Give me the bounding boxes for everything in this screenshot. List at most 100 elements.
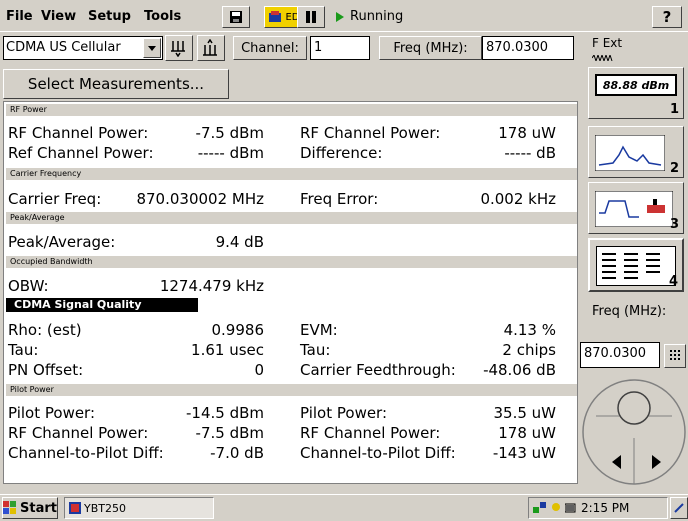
evm-label: EVM:: [300, 321, 338, 339]
view-num-1: 1: [669, 102, 679, 117]
status-running: Running: [336, 9, 403, 24]
taskbar: Start YBT250 2:15 PM: [0, 494, 688, 521]
peak-average-value: 9.4 dB: [215, 233, 264, 251]
rho-label: Rho: (est): [8, 321, 82, 339]
measurement-panel: RF Power RF Channel Power: -7.5 dBm RF C…: [3, 101, 578, 484]
pen-icon: [674, 503, 684, 513]
play-icon: [336, 11, 344, 22]
peak-average-label: Peak/Average:: [8, 233, 116, 251]
sidebar-freq-label: Freq (MHz):: [592, 304, 667, 319]
view-num-2: 2: [669, 161, 679, 176]
menu-file[interactable]: File: [6, 9, 33, 24]
wave-icon: [591, 53, 613, 63]
network-icon[interactable]: [533, 502, 547, 514]
battery-icon[interactable]: [565, 502, 577, 514]
windows-logo-icon: [3, 501, 16, 514]
edit-icon: [269, 11, 282, 22]
taskbar-app-label: YBT250: [84, 501, 126, 515]
nav-left-button[interactable]: [602, 448, 630, 476]
power-meter-text: 88.88 dBm: [602, 78, 670, 92]
tau-label-2: Tau:: [300, 341, 331, 359]
pilot-power-value-2: 35.5 uW: [493, 404, 556, 422]
pilot-power-label: Pilot Power:: [8, 404, 96, 422]
time-domain-icon: [595, 191, 673, 227]
standard-select[interactable]: CDMA US Cellular: [3, 36, 163, 60]
tau-label: Tau:: [8, 341, 39, 359]
evm-value: 4.13 %: [503, 321, 556, 339]
pn-offset-value: 0: [254, 361, 264, 379]
desktop-button[interactable]: [670, 497, 688, 519]
view-button-3[interactable]: 3: [588, 182, 684, 234]
spectrum-icon: [595, 135, 665, 171]
channel-label-button[interactable]: Channel:: [233, 36, 307, 60]
arrow-left-icon: [611, 455, 621, 469]
channel-down-button[interactable]: [165, 35, 193, 61]
pilot-rf-power-value-2: 178 uW: [498, 424, 556, 442]
view-num-3: 3: [669, 217, 679, 232]
tau-value: 1.61 usec: [191, 341, 264, 359]
section-pilot-power: Pilot Power: [6, 384, 577, 396]
carrier-freq-label: Carrier Freq:: [8, 190, 102, 208]
freq-input[interactable]: 870.0300: [482, 36, 574, 60]
channel-input[interactable]: 1: [310, 36, 370, 60]
pilot-rf-power-label-2: RF Channel Power:: [300, 424, 441, 442]
view-button-1[interactable]: 88.88 dBm 1: [588, 67, 684, 119]
power-meter-display: 88.88 dBm: [595, 74, 677, 96]
channel-down-icon: [171, 41, 185, 57]
obw-value: 1274.479 kHz: [159, 277, 264, 295]
channel-up-button[interactable]: [197, 35, 225, 61]
tray-status-icon[interactable]: [551, 502, 561, 514]
view-button-2[interactable]: 2: [588, 126, 684, 178]
help-button[interactable]: ?: [652, 6, 682, 28]
pn-offset-label: PN Offset:: [8, 361, 84, 379]
view-button-4[interactable]: 4: [588, 238, 684, 292]
chevron-down-icon[interactable]: [143, 38, 161, 58]
select-measurements-button[interactable]: Select Measurements...: [3, 69, 229, 99]
channel-to-pilot-value: -7.0 dB: [210, 444, 264, 462]
freq-label-button[interactable]: Freq (MHz):: [379, 36, 482, 60]
status-label: Running: [350, 9, 404, 24]
pilot-power-value: -14.5 dBm: [185, 404, 264, 422]
keypad-icon: [670, 350, 680, 360]
start-button[interactable]: Start: [2, 497, 58, 519]
control-row: CDMA US Cellular Channel: 1 Freq (MHz): …: [0, 32, 580, 62]
section-cdma-signal-quality: CDMA Signal Quality: [6, 298, 198, 312]
menu-bar: File View Setup Tools EDIT Running ?: [0, 0, 688, 32]
menu-view[interactable]: View: [41, 9, 76, 24]
section-occupied-bandwidth: Occupied Bandwidth: [6, 256, 577, 268]
sidebar-freq-input[interactable]: 870.0300: [580, 342, 660, 368]
menu-tools[interactable]: Tools: [144, 9, 181, 24]
nav-right-button[interactable]: [642, 448, 670, 476]
save-button[interactable]: [222, 6, 250, 28]
menu-setup[interactable]: Setup: [88, 9, 131, 24]
taskbar-app-button[interactable]: YBT250: [64, 497, 214, 519]
tau-value-2: 2 chips: [502, 341, 556, 359]
app-window: File View Setup Tools EDIT Running ? CDM…: [0, 0, 688, 521]
channel-up-icon: [203, 39, 217, 56]
difference-value: ----- dB: [504, 144, 556, 162]
standard-value: CDMA US Cellular: [6, 40, 121, 55]
obw-label: OBW:: [8, 277, 49, 295]
difference-label: Difference:: [300, 144, 383, 162]
app-icon: [69, 502, 81, 514]
rf-power-value-2: 178 uW: [498, 124, 556, 142]
rf-power-value: -7.5 dBm: [195, 124, 264, 142]
section-peak-average: Peak/Average: [6, 212, 577, 224]
view-num-4: 4: [668, 274, 678, 289]
table-view-icon: [596, 246, 676, 286]
rf-power-label-2: RF Channel Power:: [300, 124, 441, 142]
rho-value: 0.9986: [211, 321, 265, 339]
pilot-power-label-2: Pilot Power:: [300, 404, 388, 422]
f-ext-label: F Ext: [591, 36, 623, 64]
pilot-rf-power-value: -7.5 dBm: [195, 424, 264, 442]
system-tray: 2:15 PM: [528, 497, 668, 519]
section-carrier-frequency: Carrier Frequency: [6, 168, 577, 180]
channel-to-pilot-value-2: -143 uW: [492, 444, 556, 462]
keypad-button[interactable]: [664, 344, 686, 368]
nav-center-button[interactable]: [618, 392, 650, 424]
pause-button[interactable]: [297, 6, 325, 28]
clock: 2:15 PM: [581, 501, 630, 515]
ref-power-value: ----- dBm: [197, 144, 264, 162]
fext-text: F Ext: [592, 36, 623, 50]
arrow-right-icon: [651, 455, 661, 469]
